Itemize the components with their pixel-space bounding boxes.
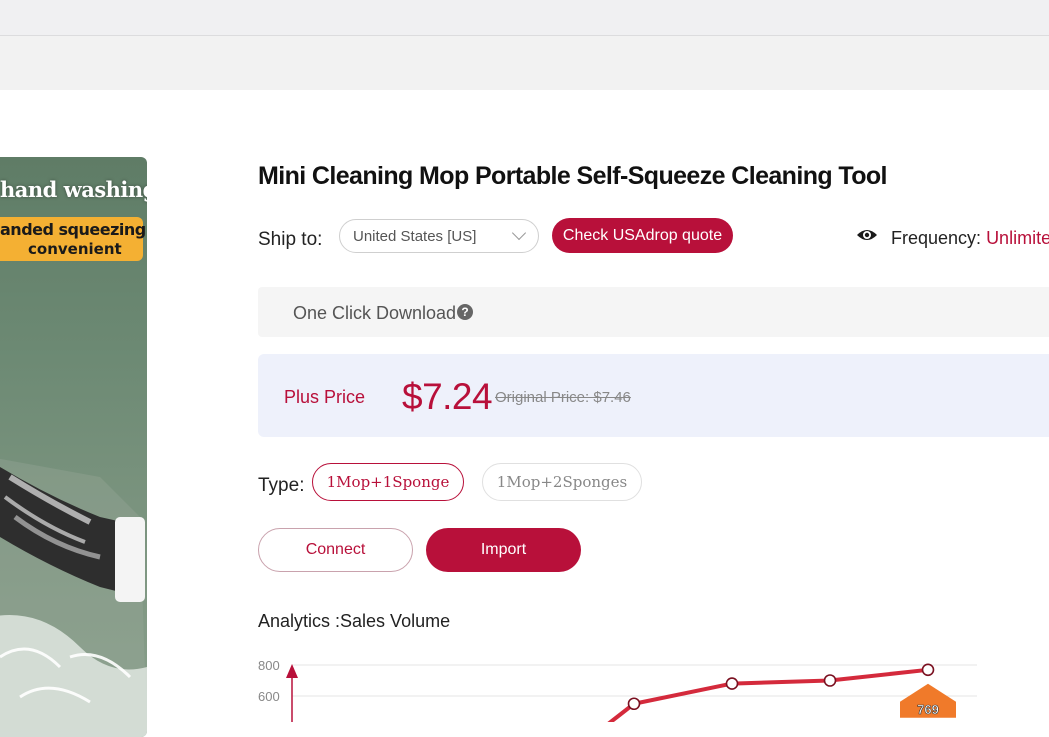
chart-data-point (823, 674, 837, 687)
eye-icon (857, 230, 877, 240)
chart-y-axis-arrow (286, 664, 298, 678)
product-title: Mini Cleaning Mop Portable Self-Squeeze … (258, 162, 888, 190)
chart-data-point (725, 677, 739, 690)
frequency-label: Frequency: (891, 228, 982, 248)
plus-price-value: $7.24 (402, 376, 493, 417)
plus-price-label: Plus Price (284, 387, 366, 407)
chart-highlight-label: 769 (917, 702, 939, 717)
one-click-download-label[interactable]: One Click Download (293, 303, 456, 324)
chart-y-tick-label: 600 (258, 689, 280, 704)
sales-volume-chart: 800600400769 (258, 658, 977, 722)
original-price: Original Price: $7.46 (495, 389, 631, 406)
product-image[interactable]: hand washing anded squeezing convenient (0, 157, 147, 737)
image-caption-line3: convenient (28, 240, 122, 258)
frequency-text: Frequency: Unlimited (891, 228, 1049, 249)
chart-data-point (921, 663, 935, 677)
chart-data-point (627, 697, 641, 711)
browser-top-bar (0, 0, 1049, 36)
page-header-bar (0, 36, 1049, 90)
type-label: Type: (258, 475, 305, 496)
price-panel (258, 354, 1049, 437)
chart-y-tick-label: 800 (258, 658, 280, 673)
help-icon[interactable]: ? (457, 304, 473, 320)
ship-to-label: Ship to: (258, 229, 323, 250)
frequency-value: Unlimited (986, 228, 1049, 248)
type-option-1mop-2sponges[interactable]: 1Mop+2Sponges (482, 463, 642, 501)
import-button[interactable]: Import (426, 528, 581, 572)
analytics-title: Analytics :Sales Volume (258, 611, 451, 631)
ship-to-selected-value: United States [US] (353, 227, 477, 245)
ship-to-select[interactable]: United States [US] (339, 219, 539, 253)
image-caption-line2: anded squeezing (0, 220, 146, 239)
connect-button[interactable]: Connect (258, 528, 413, 572)
type-option-1mop-1sponge[interactable]: 1Mop+1Sponge (312, 463, 464, 501)
chevron-down-icon (511, 225, 527, 241)
mop-illustration (0, 458, 147, 737)
check-quote-button[interactable]: Check USAdrop quote (552, 218, 733, 253)
image-caption-line1: hand washing (0, 177, 147, 202)
